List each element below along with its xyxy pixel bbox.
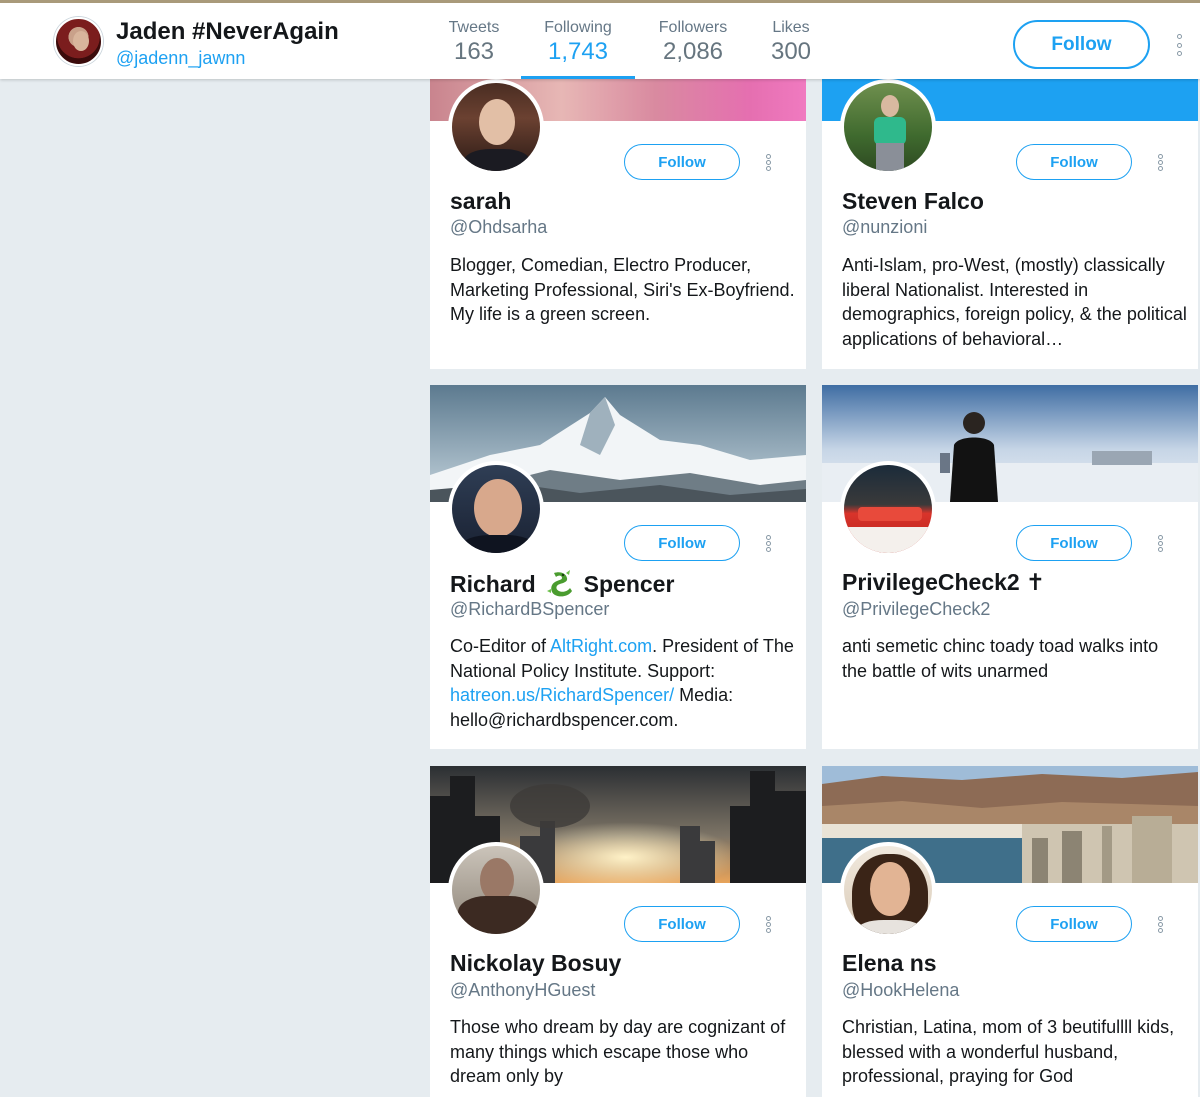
user-card: Follow PrivilegeCheck2 ✝ @PrivilegeCheck2… (822, 385, 1198, 749)
latin-cross-icon: ✝ (1025, 569, 1045, 595)
more-vertical-icon[interactable] (764, 154, 772, 171)
user-bio: Those who dream by day are cognizant of … (450, 1017, 786, 1086)
user-handle[interactable]: @nunzioni (842, 217, 927, 238)
more-vertical-icon[interactable] (1156, 535, 1164, 552)
user-name-text: PrivilegeCheck2 (842, 569, 1020, 595)
user-card: Follow Nickolay Bosuy @AnthonyHGuest Tho… (430, 766, 806, 1097)
profile-avatar[interactable] (54, 17, 103, 66)
follow-button[interactable]: Follow (1016, 906, 1132, 942)
bio-text: Co-Editor of (450, 636, 551, 656)
stat-tweets[interactable]: Tweets 163 (440, 19, 508, 66)
user-name[interactable]: Nickolay Bosuy (450, 950, 621, 977)
user-avatar[interactable] (840, 842, 936, 938)
stat-value: 1,743 (547, 38, 609, 65)
user-name-last: Spencer (583, 570, 675, 597)
follow-button[interactable]: Follow (1016, 525, 1132, 561)
user-bio: Co-Editor of AltRight.com. President of … (450, 634, 795, 732)
user-name[interactable]: Steven Falco (842, 188, 984, 215)
follow-button[interactable]: Follow (624, 525, 740, 561)
user-avatar[interactable] (448, 842, 544, 938)
user-handle[interactable]: @Ohdsarha (450, 217, 547, 238)
user-handle[interactable]: @PrivilegeCheck2 (842, 599, 990, 620)
stat-value: 300 (770, 38, 812, 65)
bio-link[interactable]: AltRight.com (550, 636, 652, 656)
more-vertical-icon[interactable] (1156, 154, 1164, 171)
stat-likes[interactable]: Likes 300 (762, 19, 820, 66)
more-vertical-icon[interactable] (1156, 916, 1164, 933)
user-bio: anti semetic chinc toady toad walks into… (842, 636, 1159, 681)
profile-nav: Jaden #NeverAgain @jadenn_jawnn Tweets 1… (0, 0, 1200, 79)
user-name-first: Richard (450, 570, 536, 597)
user-handle[interactable]: @RichardBSpencer (450, 599, 609, 620)
user-handle[interactable]: @AnthonyHGuest (450, 980, 595, 1001)
stat-label: Following (544, 19, 612, 36)
user-bio: Christian, Latina, mom of 3 beutifullll … (842, 1017, 1175, 1086)
active-tab-indicator (521, 76, 635, 79)
user-avatar[interactable] (840, 79, 936, 175)
user-bio: Anti-Islam, pro-West, (mostly) classical… (842, 255, 1187, 349)
follow-button[interactable]: Follow (624, 144, 740, 180)
user-avatar[interactable] (448, 79, 544, 175)
stat-label: Followers (658, 19, 728, 36)
bio-link[interactable]: hatreon.us/RichardSpencer/ (450, 685, 674, 705)
user-bio: Blogger, Comedian, Electro Producer, Mar… (450, 255, 795, 324)
more-vertical-icon[interactable] (764, 535, 772, 552)
user-name[interactable]: Elena ns (842, 950, 937, 977)
stat-value: 2,086 (662, 38, 724, 65)
stat-following[interactable]: Following 1,743 (530, 19, 626, 66)
follow-button[interactable]: Follow (624, 906, 740, 942)
user-card: Follow sarah @Ohdsarha Blogger, Comedian… (430, 79, 806, 369)
more-vertical-icon[interactable] (764, 916, 772, 933)
user-handle[interactable]: @HookHelena (842, 980, 959, 1001)
user-card: Follow Elena ns @HookHelena Christian, L… (822, 766, 1198, 1097)
user-name[interactable]: sarah (450, 188, 511, 215)
user-avatar[interactable] (840, 461, 936, 557)
dragon-emoji-icon (546, 569, 576, 599)
user-card: Follow Richard Spencer @RichardBSpencer … (430, 385, 806, 749)
user-name[interactable]: Richard Spencer (450, 569, 674, 599)
follow-button[interactable]: Follow (1016, 144, 1132, 180)
profile-name[interactable]: Jaden #NeverAgain (116, 18, 339, 46)
stat-followers[interactable]: Followers 2,086 (648, 19, 738, 66)
user-name[interactable]: PrivilegeCheck2 ✝ (842, 569, 1045, 596)
user-card: Follow Steven Falco @nunzioni Anti-Islam… (822, 79, 1198, 369)
stat-label: Tweets (448, 19, 500, 36)
profile-handle[interactable]: @jadenn_jawnn (116, 48, 245, 69)
stat-value: 163 (453, 38, 495, 65)
more-vertical-icon[interactable] (1174, 34, 1184, 56)
stat-label: Likes (772, 19, 810, 36)
profile-follow-button[interactable]: Follow (1013, 20, 1150, 69)
user-avatar[interactable] (448, 461, 544, 557)
